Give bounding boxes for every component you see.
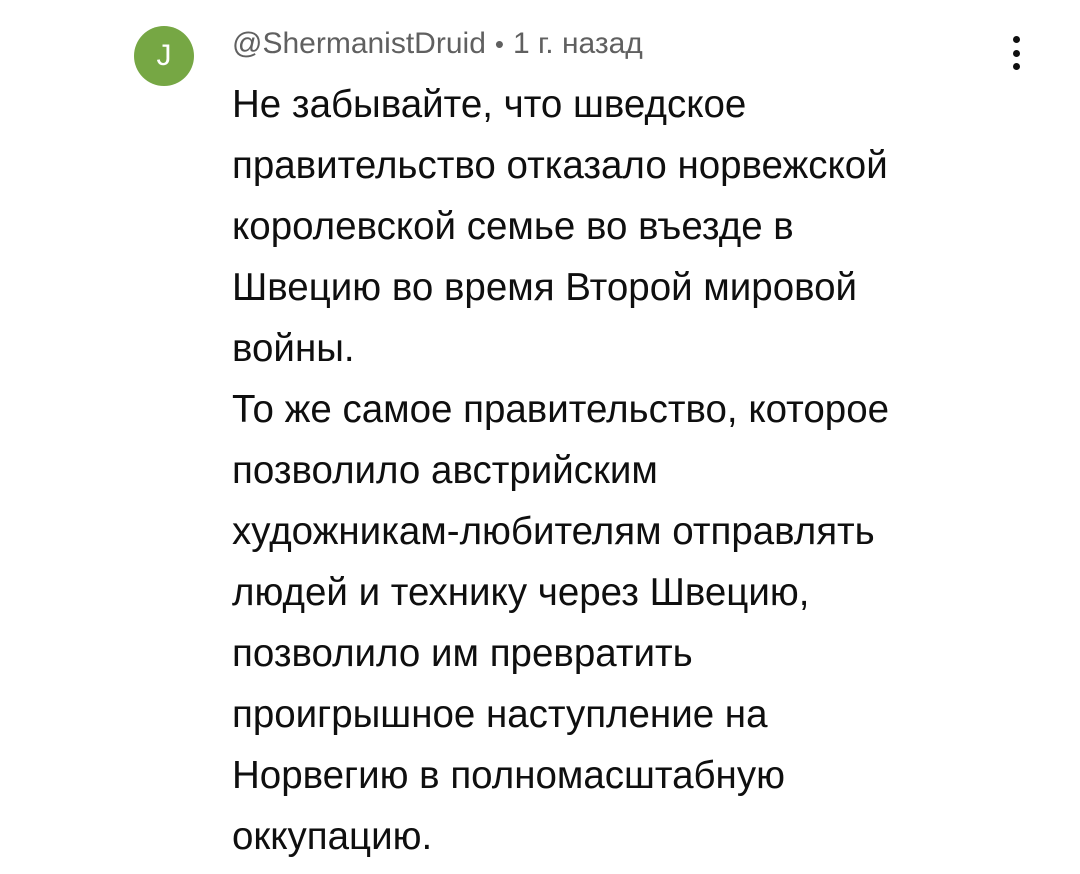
comment-line: позволило австрийским <box>232 449 658 492</box>
comment-line: проигрышное наступление на <box>232 693 768 736</box>
comment-text: Не забывайте, что шведское правительство… <box>232 74 1032 867</box>
more-vert-icon[interactable] <box>998 30 1034 76</box>
comment-line: людей и технику через Швецию, <box>232 571 810 614</box>
comment-line: Не забывайте, что шведское <box>232 83 747 126</box>
comment-line: позволило им превратить <box>232 632 693 675</box>
avatar[interactable]: J <box>134 26 194 86</box>
menu-dot <box>1012 36 1020 43</box>
comment-line: Швецию во время Второй мировой <box>232 266 858 309</box>
comment: J @ShermanistDruid • 1 г. назад Не забыв… <box>0 0 1080 874</box>
comment-line: оккупацию. <box>232 815 433 858</box>
comment-line: войны. <box>232 327 355 370</box>
comment-line: правительство отказало норвежской <box>232 144 888 187</box>
comment-time: 1 г. назад <box>512 27 643 60</box>
separator-dot: • <box>494 28 504 59</box>
comment-line: художникам-любителям отправлять <box>232 510 875 553</box>
comment-header: @ShermanistDruid • 1 г. назад <box>232 24 643 64</box>
menu-dot <box>1012 49 1020 57</box>
comment-line: То же самое правительство, которое <box>232 388 890 431</box>
menu-dot <box>1012 63 1020 70</box>
comment-line: Норвегию в полномасштабную <box>232 754 785 797</box>
comment-line: королевской семье во въезде в <box>232 205 794 248</box>
avatar-letter: J <box>156 39 172 72</box>
author-handle[interactable]: @ShermanistDruid <box>232 27 486 61</box>
